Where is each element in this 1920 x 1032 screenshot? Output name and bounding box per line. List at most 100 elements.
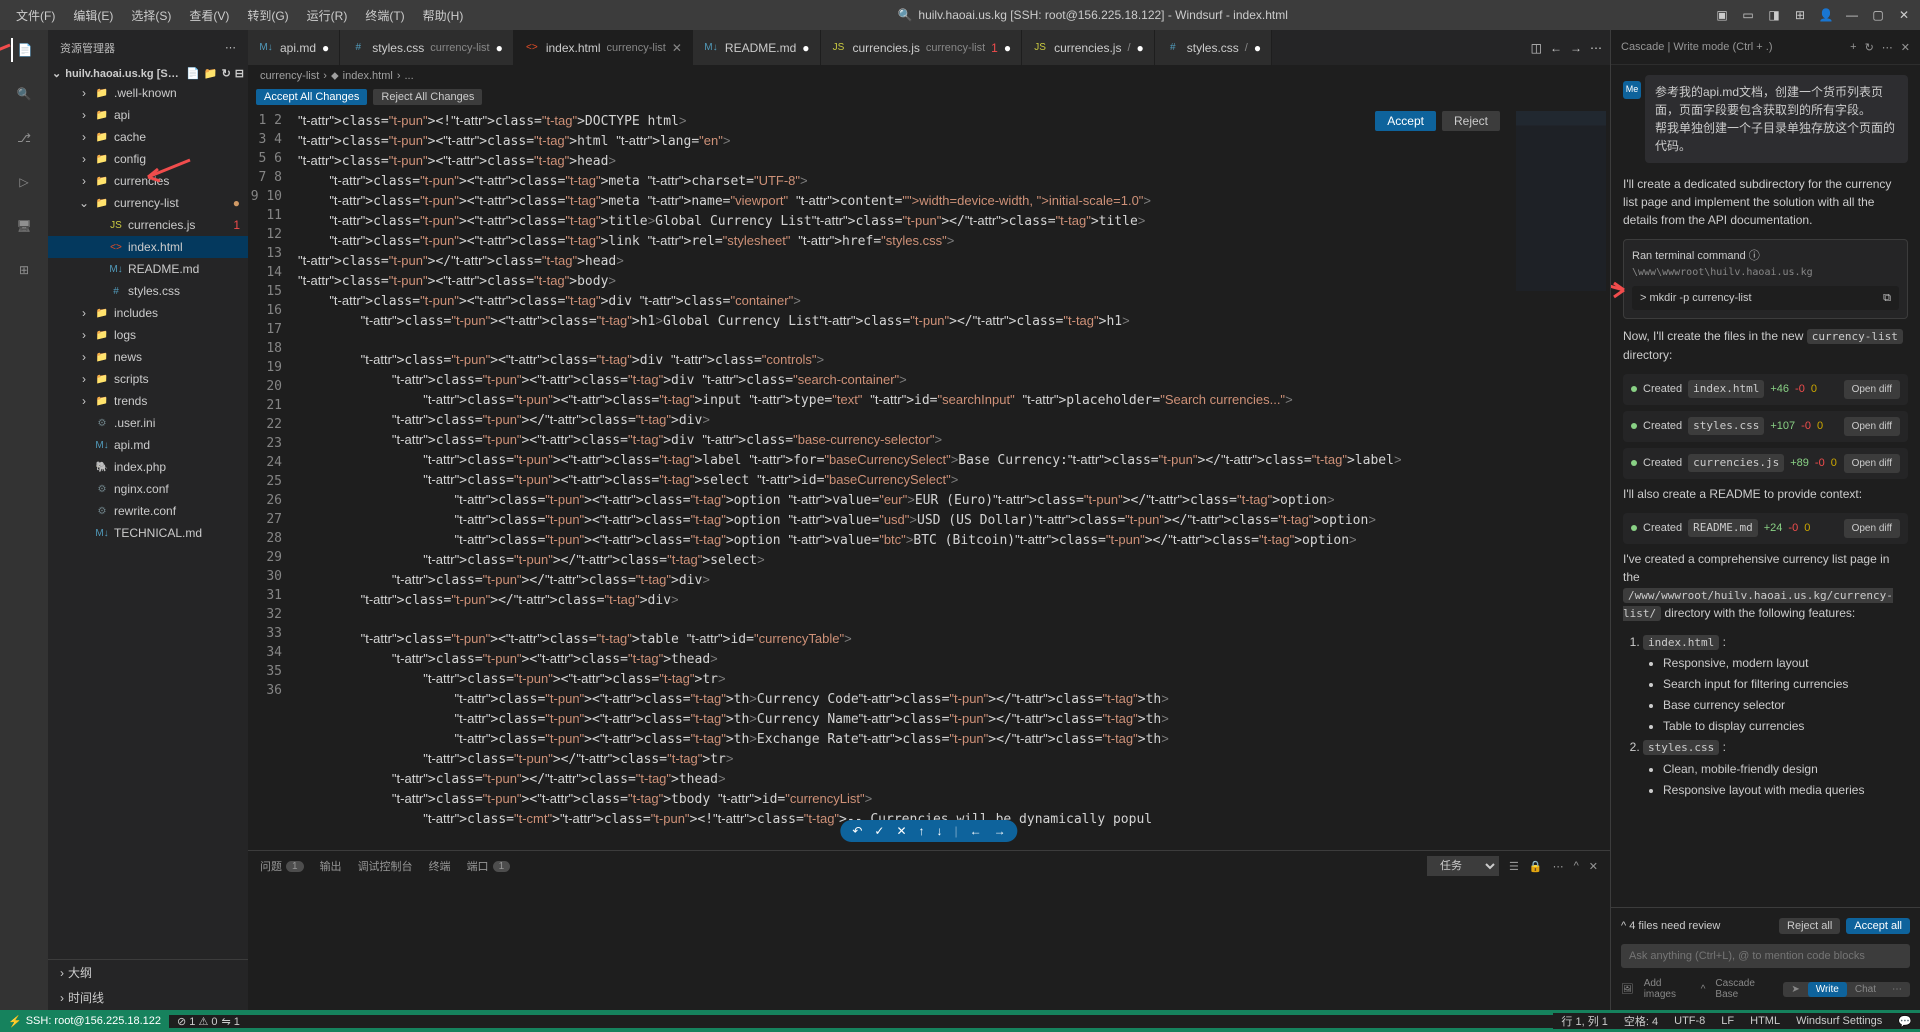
tree-item[interactable]: M↓TECHNICAL.md	[48, 522, 248, 544]
tree-item[interactable]: 🐘index.php	[48, 456, 248, 478]
editor-tab[interactable]: M↓api.md●	[248, 30, 340, 65]
editor-tab[interactable]: JScurrencies.jscurrency-list1●	[821, 30, 1023, 65]
remote-icon[interactable]: 🖥	[12, 214, 36, 238]
sidebar-root[interactable]: ⌄ huilv.haoai.us.kg [SSH: ro... 📄 📁 ↻ ⊟	[48, 65, 248, 82]
reject-button[interactable]: Reject	[1442, 111, 1500, 131]
windsurf-status[interactable]: Windsurf Settings	[1788, 1013, 1890, 1029]
send-icon[interactable]: ➤	[1783, 982, 1807, 997]
check-icon[interactable]: ✓	[874, 824, 884, 838]
mode-toggle[interactable]: ➤ Write Chat ⋯	[1783, 982, 1910, 997]
panel-icon[interactable]: ▭	[1740, 7, 1756, 23]
open-diff-button[interactable]: Open diff	[1844, 454, 1900, 473]
tree-item[interactable]: ›📁includes	[48, 302, 248, 324]
menu-item[interactable]: 帮助(H)	[415, 3, 472, 28]
new-folder-icon[interactable]: 📁	[204, 67, 218, 80]
minimize-icon[interactable]: —	[1844, 7, 1860, 23]
problems-status[interactable]: ⊘ 1 ⚠ 0	[177, 1015, 217, 1028]
back-icon[interactable]: ←	[1550, 41, 1562, 55]
open-diff-button[interactable]: Open diff	[1844, 417, 1900, 436]
breadcrumb[interactable]: currency-list › ⬥ index.html › ...	[248, 65, 1610, 87]
panel-tab[interactable]: 端口 1	[467, 858, 511, 874]
prev-icon[interactable]: ←	[970, 824, 982, 838]
grid-icon[interactable]: ⊞	[1792, 7, 1808, 23]
menu-item[interactable]: 查看(V)	[181, 3, 237, 28]
editor-tab[interactable]: <>index.htmlcurrency-list✕	[514, 30, 693, 65]
tree-item[interactable]: ⌄📁currency-list●	[48, 192, 248, 214]
remote-indicator[interactable]: ⚡ SSH: root@156.225.18.122	[0, 1010, 169, 1032]
filter-icon[interactable]: ☰	[1509, 860, 1519, 873]
more-mode-icon[interactable]: ⋯	[1884, 982, 1910, 997]
close-icon[interactable]: ✕	[1896, 7, 1912, 23]
new-file-icon[interactable]: 📄	[186, 67, 200, 80]
panel-tab[interactable]: 输出	[320, 858, 342, 874]
editor-tab[interactable]: #styles.csscurrency-list●	[340, 30, 514, 65]
ask-input[interactable]	[1621, 944, 1910, 968]
history-icon[interactable]: ↻	[1865, 41, 1874, 54]
encoding-status[interactable]: UTF-8	[1666, 1013, 1713, 1029]
up-icon[interactable]: ↑	[919, 824, 925, 838]
editor-tab[interactable]: M↓README.md●	[693, 30, 821, 65]
tree-item[interactable]: M↓api.md	[48, 434, 248, 456]
close-panel-icon[interactable]: ✕	[1589, 860, 1598, 873]
menu-item[interactable]: 编辑(E)	[65, 3, 121, 28]
code-content[interactable]: "t-attr">class="t-pun"><!"t-attr">class=…	[298, 107, 1510, 850]
tree-item[interactable]: ›📁trends	[48, 390, 248, 412]
ports-status[interactable]: ⇋ 1	[222, 1015, 240, 1028]
tree-item[interactable]: #styles.css	[48, 280, 248, 302]
cursor-pos[interactable]: 行 1, 列 1	[1553, 1013, 1615, 1029]
chat-mode[interactable]: Chat	[1847, 982, 1884, 997]
maximize-icon[interactable]: ▢	[1870, 7, 1886, 23]
more-tabs-icon[interactable]: ⋯	[1590, 41, 1602, 55]
scm-icon[interactable]: ⎇	[12, 126, 36, 150]
tree-item[interactable]: JScurrencies.js1	[48, 214, 248, 236]
open-diff-button[interactable]: Open diff	[1844, 380, 1900, 399]
x-icon[interactable]: ✕	[896, 824, 906, 838]
next-icon[interactable]: →	[994, 824, 1006, 838]
accept-all-button[interactable]: Accept All Changes	[256, 89, 367, 105]
accept-button[interactable]: Accept	[1375, 111, 1436, 131]
tree-item[interactable]: ⚙.user.ini	[48, 412, 248, 434]
tree-item[interactable]: ⚙nginx.conf	[48, 478, 248, 500]
fwd-icon[interactable]: →	[1570, 41, 1582, 55]
indent-status[interactable]: 空格: 4	[1616, 1013, 1666, 1029]
tree-item[interactable]: ›📁.well-known	[48, 82, 248, 104]
panel-tab[interactable]: 问题 1	[260, 858, 304, 874]
more-panel-icon[interactable]: ⋯	[1553, 860, 1564, 873]
tree-item[interactable]: ›📁logs	[48, 324, 248, 346]
editor-tab[interactable]: JScurrencies.js/●	[1022, 30, 1155, 65]
tree-item[interactable]: M↓README.md	[48, 258, 248, 280]
menu-item[interactable]: 终端(T)	[357, 3, 412, 28]
account-icon[interactable]: 👤	[1818, 7, 1834, 23]
tree-item[interactable]: <>index.html	[48, 236, 248, 258]
more-icon[interactable]: ⋯	[225, 41, 236, 54]
menu-item[interactable]: 运行(R)	[299, 3, 356, 28]
base-icon[interactable]: ^	[1701, 984, 1706, 995]
down-icon[interactable]: ↓	[937, 824, 943, 838]
split-icon[interactable]: ◫	[1531, 41, 1542, 55]
menu-item[interactable]: 转到(G)	[239, 3, 296, 28]
menu-item[interactable]: 选择(S)	[123, 3, 179, 28]
feedback-icon[interactable]: 💬	[1890, 1013, 1920, 1029]
minimap[interactable]	[1510, 107, 1610, 850]
chevron-up-icon[interactable]: ^	[1574, 860, 1579, 872]
sidebar-icon[interactable]: ◨	[1766, 7, 1782, 23]
search-act-icon[interactable]: 🔍	[12, 82, 36, 106]
timeline-section[interactable]: ›时间线	[48, 985, 248, 1010]
code-editor[interactable]: 1 2 3 4 5 6 7 8 9 10 11 12 13 14 15 16 1…	[248, 107, 1610, 850]
tree-item[interactable]: ›📁config	[48, 148, 248, 170]
close-tab-icon[interactable]: ✕	[672, 41, 682, 55]
more-cascade-icon[interactable]: ⋯	[1882, 41, 1893, 54]
image-icon[interactable]: 🖼	[1621, 984, 1634, 995]
debug-icon[interactable]: ▷	[12, 170, 36, 194]
revert-icon[interactable]: ↶	[852, 824, 862, 838]
lang-status[interactable]: HTML	[1742, 1013, 1788, 1029]
menu-item[interactable]: 文件(F)	[8, 3, 63, 28]
refresh-icon[interactable]: ↻	[222, 67, 231, 80]
layout-icon[interactable]: ▣	[1714, 7, 1730, 23]
eol-status[interactable]: LF	[1713, 1013, 1742, 1029]
info-icon[interactable]: ⓘ	[1749, 250, 1760, 262]
write-mode[interactable]: Write	[1808, 982, 1847, 997]
tree-item[interactable]: ›📁cache	[48, 126, 248, 148]
open-diff-button[interactable]: Open diff	[1844, 519, 1900, 538]
tree-item[interactable]: ⚙rewrite.conf	[48, 500, 248, 522]
